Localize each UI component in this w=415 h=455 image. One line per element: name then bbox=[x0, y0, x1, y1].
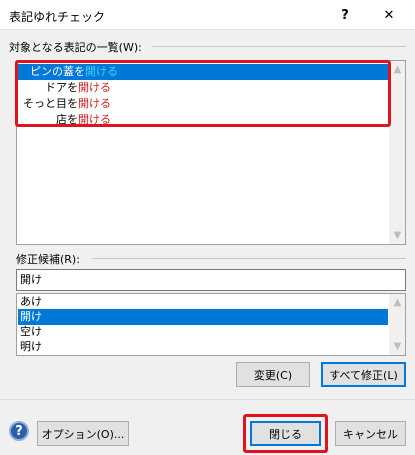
candidate-item[interactable]: 開け bbox=[18, 309, 388, 325]
targets-label: 対象となる表記の一覧(W): bbox=[9, 41, 142, 54]
candidates-separator bbox=[92, 258, 406, 259]
options-button[interactable]: オプション(O)... bbox=[37, 421, 129, 446]
change-button[interactable]: 変更(C) bbox=[236, 362, 310, 387]
targets-separator bbox=[152, 46, 406, 47]
window-title: 表記ゆれチェック bbox=[9, 10, 106, 24]
target-item-text: 店を bbox=[56, 113, 78, 126]
target-item[interactable]: 店を開ける bbox=[18, 112, 111, 128]
fix-all-button[interactable]: すべて修正(L) bbox=[321, 362, 406, 387]
close-button[interactable]: 閉じる bbox=[250, 421, 321, 446]
candidates-scrollbar[interactable]: ▲ ▼ bbox=[389, 294, 405, 355]
targets-listbox[interactable]: ピンの蓋を開ける ドアを開ける そっと目を開ける 店を開ける ▲ ▼ bbox=[16, 60, 406, 245]
help-title-button[interactable]: ? bbox=[322, 0, 368, 30]
scroll-up-icon[interactable]: ▲ bbox=[389, 61, 405, 78]
target-item-match: 開ける bbox=[78, 81, 111, 94]
target-item-match: 開ける bbox=[78, 97, 111, 110]
target-item[interactable]: ピンの蓋を開ける bbox=[18, 64, 388, 80]
targets-scrollbar[interactable]: ▲ ▼ bbox=[389, 61, 405, 244]
target-item-text: そっと目を bbox=[23, 97, 78, 110]
bottom-separator bbox=[0, 399, 415, 400]
title-bar: 表記ゆれチェック ? ✕ bbox=[0, 0, 415, 30]
scroll-down-icon[interactable]: ▼ bbox=[389, 227, 405, 244]
target-item-text: ドアを bbox=[45, 81, 78, 94]
candidate-item[interactable]: 明け bbox=[18, 339, 388, 355]
close-window-button[interactable]: ✕ bbox=[366, 0, 412, 30]
scroll-down-icon[interactable]: ▼ bbox=[389, 338, 405, 355]
target-item-match: 開ける bbox=[78, 113, 111, 126]
target-item-text: ピンの蓋を bbox=[30, 65, 85, 78]
candidates-listbox[interactable]: あけ 開け 空け 明け ▲ ▼ bbox=[16, 293, 406, 356]
candidate-item[interactable]: あけ bbox=[18, 294, 388, 310]
target-item[interactable]: ドアを開ける bbox=[18, 80, 111, 96]
candidate-item[interactable]: 空け bbox=[18, 324, 388, 340]
scroll-up-icon[interactable]: ▲ bbox=[389, 294, 405, 311]
candidate-input[interactable]: 開け bbox=[16, 269, 406, 291]
help-icon[interactable]: ? bbox=[9, 421, 29, 441]
target-item-match: 開ける bbox=[85, 65, 118, 78]
target-item[interactable]: そっと目を開ける bbox=[18, 96, 111, 112]
candidates-label: 修正候補(R): bbox=[16, 253, 80, 266]
cancel-button[interactable]: キャンセル bbox=[335, 421, 406, 446]
